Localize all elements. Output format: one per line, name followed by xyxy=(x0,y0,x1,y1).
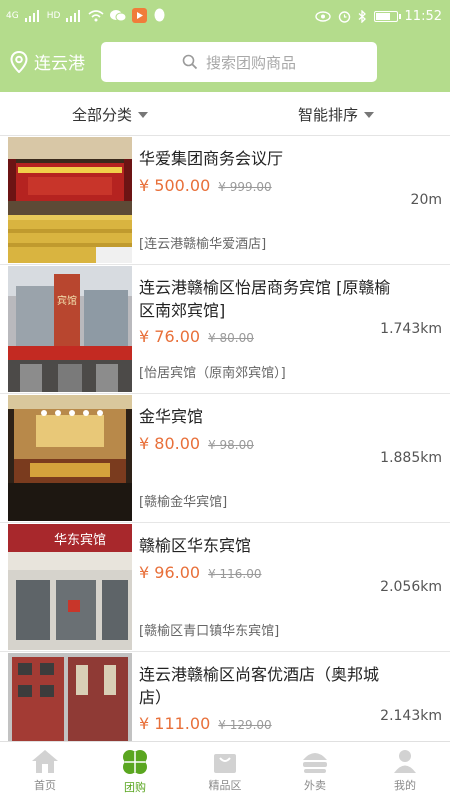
tab-profile[interactable]: 我的 xyxy=(360,742,450,800)
city-name: 连云港 xyxy=(34,54,85,74)
sort-dropdown[interactable]: 智能排序 xyxy=(298,104,375,125)
deal-price: ¥ 500.00 xyxy=(139,176,211,195)
battery-icon xyxy=(373,11,401,22)
tab-group-buy[interactable]: 团购 xyxy=(90,742,180,800)
original-price: ¥ 98.00 xyxy=(208,438,254,452)
sort-label: 智能排序 xyxy=(298,106,359,124)
tab-label: 我的 xyxy=(394,779,416,792)
tab-takeaway[interactable]: 外卖 xyxy=(270,742,360,800)
list-item[interactable]: 华爱集团商务会议厅 ¥ 500.00 ¥ 999.00 20m [连云港赣榆华爱… xyxy=(0,136,450,376)
hotel-sign-text: 宾馆 xyxy=(57,294,77,307)
search-input[interactable]: 搜索团购商品 xyxy=(101,42,377,82)
distance: 20m xyxy=(410,192,442,208)
price-row: ¥ 500.00 ¥ 999.00 xyxy=(139,176,272,195)
category-label: 全部分类 xyxy=(72,106,133,124)
merchant-address: [赣榆金华宾馆] xyxy=(139,495,228,510)
qq-icon xyxy=(154,8,165,22)
tab-home[interactable]: 首页 xyxy=(0,742,90,800)
dropdown-arrow-icon xyxy=(364,111,375,118)
original-price: ¥ 999.00 xyxy=(218,180,272,194)
signal-icon xyxy=(24,9,39,22)
takeaway-icon xyxy=(303,753,327,773)
search-placeholder: 搜索团购商品 xyxy=(205,53,296,72)
network-label: 4G xyxy=(6,10,19,21)
clock: 11:52 xyxy=(404,9,442,24)
price-row: ¥ 111.00 ¥ 129.00 xyxy=(139,714,272,733)
wechat-icon xyxy=(110,10,127,22)
list-item[interactable]: 华东宾馆 赣榆区华东宾馆 ¥ 96.00 ¥ 116.00 2.056km [赣… xyxy=(0,523,450,652)
eye-icon xyxy=(314,11,331,22)
deal-price: ¥ 111.00 xyxy=(139,714,211,733)
merchant-address: [赣榆区青口镇华东宾馆] xyxy=(139,624,280,639)
distance: 1.743km xyxy=(380,321,442,337)
tab-label: 精品区 xyxy=(208,779,242,792)
item-title: 连云港赣榆区怡居商务宾馆 [原赣榆区南郊宾馆] xyxy=(139,278,391,320)
dropdown-arrow-icon xyxy=(138,111,149,118)
list-item[interactable]: 连云港赣榆区尚客优酒店（奥邦城店） ¥ 111.00 ¥ 129.00 2.14… xyxy=(0,652,450,741)
original-price: ¥ 116.00 xyxy=(208,567,262,581)
network-label-2: HD xyxy=(46,10,61,21)
tab-label: 首页 xyxy=(34,779,56,792)
tab-label: 外卖 xyxy=(304,779,326,792)
deal-price: ¥ 96.00 xyxy=(139,563,201,582)
item-title: 华爱集团商务会议厅 xyxy=(139,149,284,168)
category-dropdown[interactable]: 全部分类 xyxy=(72,104,149,125)
list-item[interactable]: 宾馆 连云港赣榆区怡居商务宾馆 [原赣榆区南郊宾馆] ¥ 76.00 ¥ 80.… xyxy=(0,265,450,394)
header-bar: 4G HD 11:52 连云港 搜索团购商品 xyxy=(0,0,450,92)
location-pin-icon xyxy=(10,50,28,73)
clover-icon xyxy=(123,750,147,774)
city-selector[interactable]: 连云港 xyxy=(10,49,85,74)
price-row: ¥ 76.00 ¥ 80.00 xyxy=(139,327,254,346)
original-price: ¥ 129.00 xyxy=(218,718,272,732)
conference-hall-thumbnail xyxy=(8,137,132,263)
search-icon xyxy=(182,54,198,70)
wifi-icon xyxy=(88,9,104,21)
list-item[interactable]: 金华宾馆 ¥ 80.00 ¥ 98.00 1.885km [赣榆金华宾馆] xyxy=(0,394,450,523)
item-title: 赣榆区华东宾馆 xyxy=(139,536,252,555)
home-icon xyxy=(32,750,58,773)
video-app-icon xyxy=(132,8,148,23)
distance: 1.885km xyxy=(380,450,442,466)
deal-list: 华爱集团商务会议厅 ¥ 500.00 ¥ 999.00 20m [连云港赣榆华爱… xyxy=(0,136,450,741)
item-title: 连云港赣榆区尚客优酒店（奥邦城店） xyxy=(139,665,380,707)
hotel-building-thumbnail xyxy=(8,653,132,741)
alarm-icon xyxy=(338,11,350,23)
bluetooth-icon xyxy=(358,10,366,23)
hotel-sign-text: 华东宾馆 xyxy=(54,532,106,548)
distance: 2.143km xyxy=(380,708,442,724)
merchant-address: [怡居宾馆（原南郊宾馆）] xyxy=(139,366,286,381)
deal-price: ¥ 80.00 xyxy=(139,434,201,453)
hotel-storefront-thumbnail: 华东宾馆 xyxy=(8,524,132,650)
tab-boutique[interactable]: 精品区 xyxy=(180,742,270,800)
shopping-bag-icon xyxy=(214,754,236,773)
status-bar: 4G HD 11:52 xyxy=(0,0,450,34)
distance: 2.056km xyxy=(380,579,442,595)
tab-label: 团购 xyxy=(124,781,146,794)
deal-price: ¥ 76.00 xyxy=(139,327,201,346)
item-title: 金华宾馆 xyxy=(139,407,204,426)
original-price: ¥ 80.00 xyxy=(208,331,254,345)
filter-bar: 全部分类 智能排序 xyxy=(0,92,450,136)
merchant-address: [连云港赣榆华爱酒店] xyxy=(139,237,267,252)
price-row: ¥ 80.00 ¥ 98.00 xyxy=(139,434,254,453)
bottom-tab-bar: 首页 团购 精品区 外卖 我的 xyxy=(0,741,450,800)
profile-icon xyxy=(394,750,416,773)
hotel-lobby-thumbnail xyxy=(8,395,132,521)
price-row: ¥ 96.00 ¥ 116.00 xyxy=(139,563,262,582)
signal-icon-2 xyxy=(66,9,81,22)
hotel-exterior-thumbnail: 宾馆 xyxy=(8,266,132,392)
